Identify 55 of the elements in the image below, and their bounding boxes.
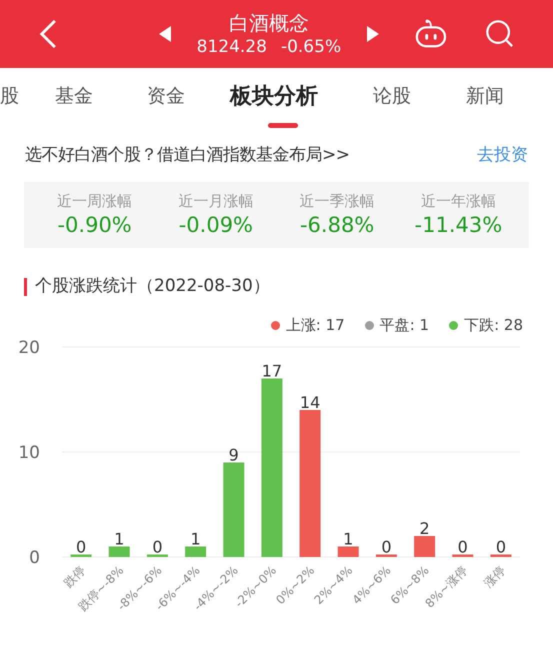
stat-value: -0.09% (178, 212, 254, 239)
bar-value-label: 0 (496, 537, 506, 556)
stat-label: 近一年涨幅 (420, 191, 496, 211)
tab-indicator (268, 123, 298, 128)
section-title: 个股涨跌统计（2022-08-30） (35, 275, 270, 298)
stat-value: -11.43% (414, 212, 502, 239)
legend-label: 下跌: 28 (464, 315, 523, 336)
bar (146, 554, 168, 556)
bar-value-label: 17 (262, 361, 282, 380)
stat-value: -6.88% (300, 212, 374, 239)
bar (338, 546, 359, 556)
x-axis-label: 涨停 (481, 562, 508, 590)
section-marker (24, 278, 27, 296)
bar-value-label: 0 (76, 537, 86, 556)
index-change: -0.65% (280, 36, 342, 58)
y-tick-label: 10 (18, 442, 40, 462)
stat-label: 近一季涨幅 (300, 191, 375, 211)
bar-value-label: 1 (114, 529, 124, 548)
bar (108, 546, 130, 556)
tab[interactable]: 基金 (55, 82, 93, 110)
bar-value-label: 1 (190, 529, 201, 548)
promo-text: 选不好白酒个股？借道白酒指数基金布局>> (25, 144, 350, 168)
bar-value-label: 9 (228, 445, 239, 464)
previous-icon[interactable] (158, 26, 171, 42)
tab[interactable]: 新闻 (466, 82, 504, 110)
bar-value-label: 0 (381, 537, 392, 556)
search-icon[interactable] (484, 18, 515, 50)
bar-value-label: 1 (343, 529, 354, 548)
tab[interactable]: 股 (0, 82, 19, 110)
tab[interactable]: 资金 (147, 82, 185, 110)
back-icon[interactable] (38, 17, 59, 51)
stat-label: 近一周涨幅 (57, 191, 132, 211)
bar (490, 554, 512, 556)
next-icon[interactable] (367, 26, 380, 42)
y-tick-label: 20 (18, 338, 40, 358)
bar (185, 546, 206, 556)
bar (414, 536, 436, 556)
bar (452, 554, 474, 556)
bar (70, 554, 92, 556)
bar-value-label: 0 (458, 537, 468, 556)
legend-label: 上涨: 17 (286, 315, 345, 336)
robot-icon[interactable] (415, 18, 447, 50)
x-axis-label: 跌停 (61, 562, 88, 590)
board-title: 白酒概念 (228, 10, 309, 36)
bar (376, 554, 397, 556)
stat-label: 近一月涨幅 (178, 191, 254, 211)
y-tick-label: 0 (29, 548, 40, 568)
tab[interactable]: 论股 (373, 82, 411, 110)
tab[interactable]: 板块分析 (230, 80, 318, 113)
bar-value-label: 2 (420, 518, 430, 538)
stat-value: -0.90% (57, 212, 132, 239)
bar-value-label: 0 (152, 537, 162, 556)
legend-label: 平盘: 1 (380, 315, 430, 336)
bar-value-label: 14 (300, 392, 320, 412)
index-price: 8124.28 (196, 36, 267, 58)
